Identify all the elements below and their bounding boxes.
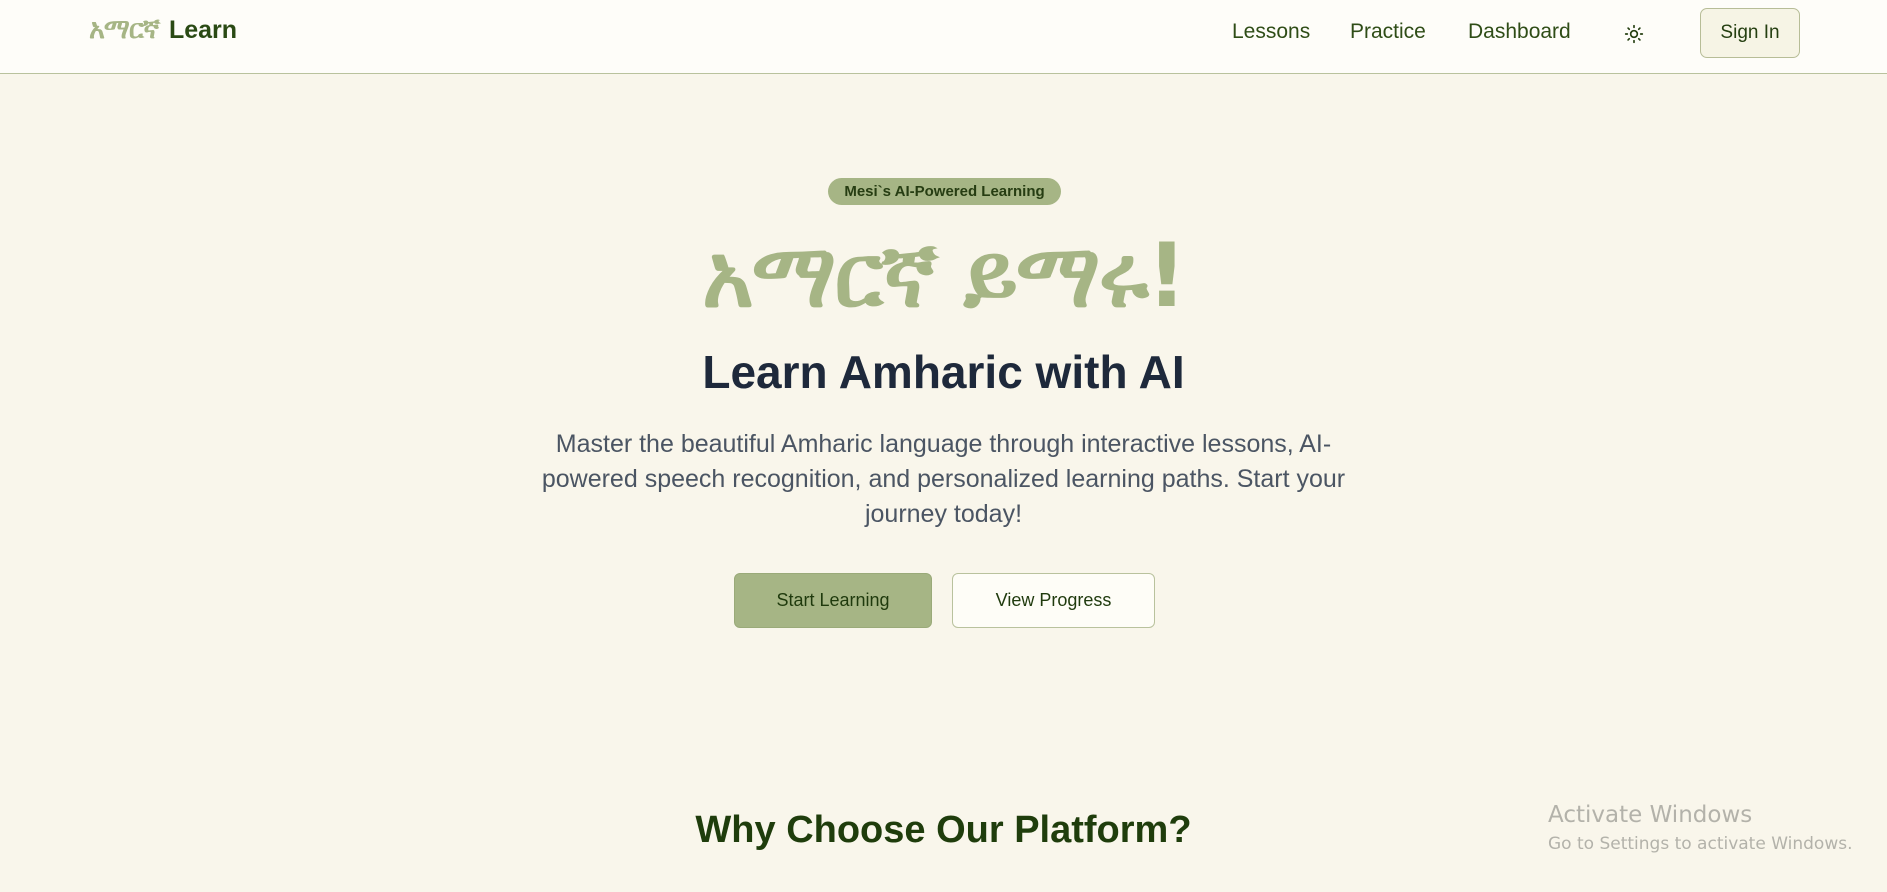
page: አማርኛ Learn Lessons Practice Dashboard Si… [0, 0, 1887, 892]
hero-description: Master the beautiful Amharic language th… [541, 430, 1346, 528]
ai-learning-badge: Mesi`s AI-Powered Learning [828, 178, 1061, 205]
sign-in-button[interactable]: Sign In [1700, 8, 1800, 58]
hero-title: Learn Amharic with AI [702, 346, 1185, 398]
logo[interactable]: አማርኛ Learn [89, 14, 237, 46]
logo-amharic-text: አማርኛ [89, 14, 160, 45]
watermark-subtitle: Go to Settings to activate Windows. [1548, 834, 1853, 854]
nav-lessons-link[interactable]: Lessons [1232, 20, 1310, 44]
top-navbar: አማርኛ Learn Lessons Practice Dashboard Si… [0, 0, 1887, 74]
sun-icon [1624, 24, 1644, 44]
theme-toggle-button[interactable] [1618, 18, 1650, 50]
watermark-title: Activate Windows [1548, 802, 1753, 828]
view-progress-button[interactable]: View Progress [952, 573, 1155, 628]
start-learning-button[interactable]: Start Learning [734, 573, 932, 628]
nav-dashboard-link[interactable]: Dashboard [1468, 20, 1571, 44]
amharic-hero-heading: አማርኛ ይማሩ! [702, 224, 1187, 327]
logo-learn-text: Learn [168, 16, 238, 44]
nav-practice-link[interactable]: Practice [1350, 20, 1426, 44]
activate-windows-watermark: Activate Windows Go to Settings to activ… [1548, 800, 1853, 857]
